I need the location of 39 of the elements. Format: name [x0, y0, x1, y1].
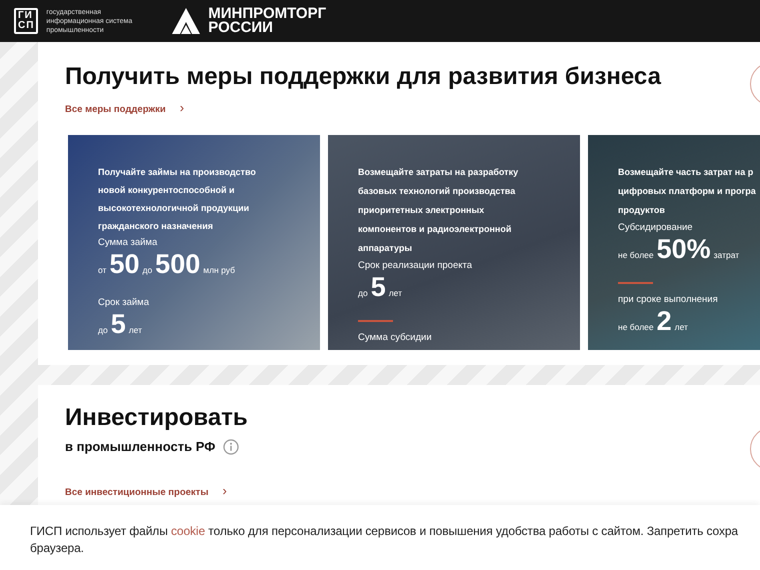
- triangle-logo-icon: [172, 8, 200, 34]
- fact-value: 50%: [656, 234, 711, 264]
- fact-label: Сумма займа: [98, 237, 158, 249]
- section-title: Инвестировать: [65, 403, 248, 433]
- fact-label: Сумма субсидии: [358, 332, 433, 344]
- fact-unit: не более: [618, 249, 654, 262]
- chevron-icon: ›: [222, 482, 227, 498]
- section-title: Получить меры поддержки для развития бизнеса: [65, 62, 661, 92]
- cookie-notice: ГИСП использует файлы cookie только для персонализации сервисов и повышения удобства работы с сайтом. Запретить сохра браузера.: [30, 523, 739, 557]
- fact-label: Срок реализации проекта: [358, 260, 474, 272]
- fact-label: Срок займа: [98, 297, 150, 309]
- all-support-link[interactable]: Все меры поддержки: [65, 104, 166, 115]
- fact-value: 50: [109, 249, 140, 279]
- card-heading: Возмещайте затраты на разработку базовых технологий производства приоритетных электронных компонентов и радиоэлектронной аппаратуры: [358, 166, 520, 255]
- fact-unit: до: [358, 287, 368, 300]
- fact-unit: лет: [388, 287, 402, 300]
- cookie-link[interactable]: cookie: [170, 524, 206, 538]
- fact-unit: до: [142, 264, 152, 277]
- card-heading: Возмещайте часть затрат на р цифровых платформ и програ продуктов: [618, 166, 757, 217]
- fact-unit: до: [98, 324, 108, 337]
- fact-unit: не более: [618, 321, 654, 334]
- fact-value: 5: [370, 272, 386, 302]
- gisp-logo: ГИ СП: [14, 8, 38, 34]
- all-projects-link[interactable]: Все инвестиционные проекты: [65, 486, 208, 498]
- chevron-icon: ›: [180, 100, 184, 115]
- fact-value: 5: [110, 309, 126, 339]
- fact-unit: от: [98, 264, 106, 277]
- fact-label: Субсидирование: [618, 222, 694, 234]
- fact-unit: млн руб: [203, 264, 235, 277]
- card-heading: Получайте займы на производство новой конкурентоспособной и высокотехнологичной продукции гражданского назначения: [98, 166, 257, 233]
- fact-value: 2: [656, 306, 672, 336]
- fact-unit: лет: [674, 321, 688, 334]
- ministry-name: МИНПРОМТОРГ РОССИИ: [208, 7, 326, 35]
- fact-unit: лет: [128, 324, 142, 337]
- fact-label: при сроке выполнения: [618, 294, 719, 306]
- fact-value: 500: [155, 249, 200, 279]
- info-icon: [223, 438, 240, 455]
- section-subtitle: в промышленность РФ: [65, 438, 216, 456]
- fact-unit: затрат: [714, 249, 740, 262]
